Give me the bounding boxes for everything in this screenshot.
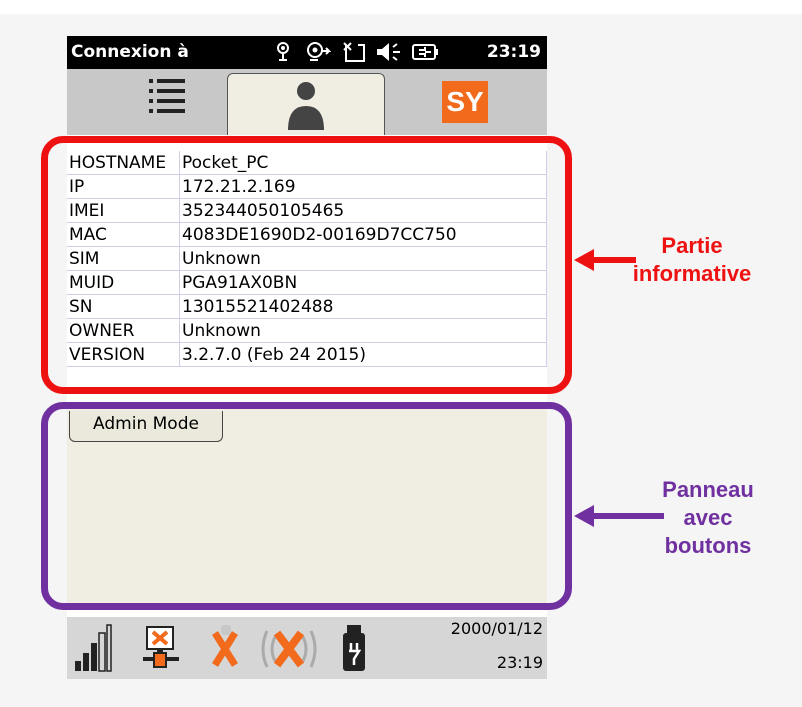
volume-icon — [377, 43, 400, 61]
network-disconnected-icon — [143, 626, 179, 668]
status-bar: Connexion à 23:19 — [67, 36, 547, 69]
annotation-panel-line2: avec — [683, 505, 733, 530]
status-title[interactable]: Connexion à — [71, 42, 189, 62]
tab-user[interactable] — [227, 73, 385, 136]
button-panel-highlight — [41, 402, 572, 610]
bottom-date: 2000/01/12 — [450, 619, 543, 638]
bluetooth-off-icon — [212, 625, 238, 667]
annotation-panel-line3: boutons — [664, 533, 752, 558]
sy-logo: SY — [442, 81, 488, 123]
info-section-highlight — [41, 136, 572, 394]
power-plug-icon — [343, 625, 365, 671]
tab-sy[interactable]: SY — [427, 69, 527, 135]
bottom-status-bar: 2000/01/12 23:19 — [67, 616, 547, 679]
list-icon — [149, 79, 185, 113]
annotation-panel: Panneau avec boutons — [628, 476, 788, 560]
message-icon — [343, 42, 365, 62]
annotation-panel-line1: Panneau — [662, 477, 754, 502]
wifi-off-icon — [261, 630, 317, 668]
page-top-band — [0, 0, 802, 14]
signal-strength-icon — [75, 624, 112, 672]
bottom-time: 23:19 — [496, 653, 543, 672]
battery-icon — [412, 44, 438, 60]
tab-list[interactable] — [107, 69, 217, 135]
annotation-info: Partie informative — [612, 232, 772, 288]
sync-icon — [307, 42, 331, 61]
network-icon — [277, 42, 289, 61]
user-icon — [288, 82, 324, 130]
status-clock[interactable]: 23:19 — [487, 42, 541, 62]
annotation-info-line1: Partie — [661, 233, 723, 258]
annotation-info-line2: informative — [632, 261, 752, 286]
tab-bar: SY — [67, 69, 547, 136]
